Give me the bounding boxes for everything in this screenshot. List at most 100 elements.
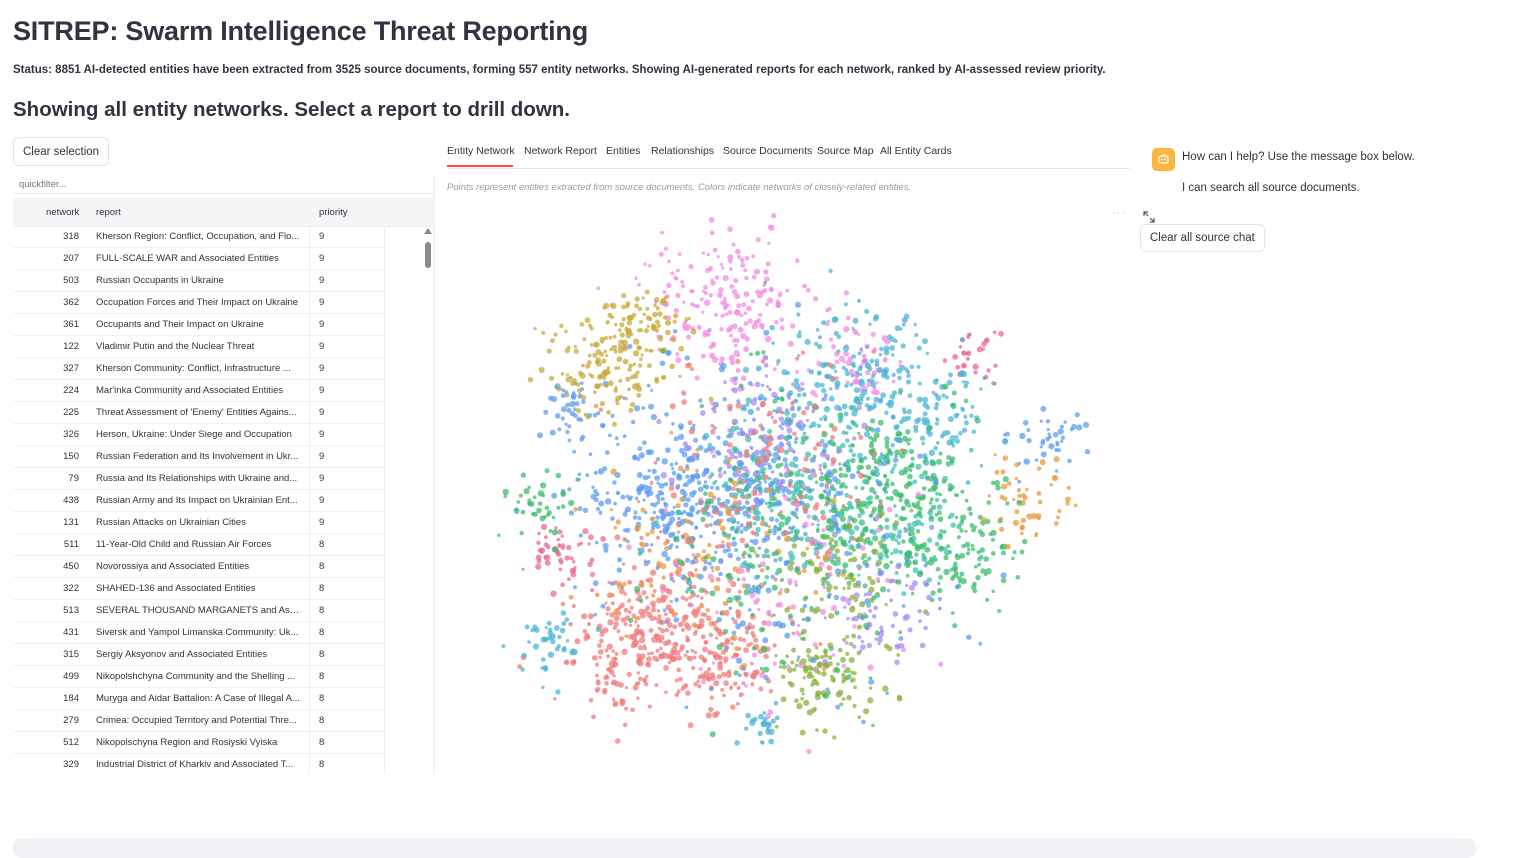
entity-point[interactable]: [577, 387, 583, 394]
entity-point[interactable]: [701, 657, 708, 663]
entity-point[interactable]: [668, 477, 675, 484]
entity-point[interactable]: [662, 608, 667, 612]
entity-point[interactable]: [670, 271, 675, 276]
entity-point[interactable]: [730, 581, 737, 588]
entity-point[interactable]: [745, 712, 751, 719]
entity-point[interactable]: [593, 497, 599, 503]
table-row[interactable]: 207 FULL-SCALE WAR and Associated Entitie…: [13, 248, 385, 270]
entity-point[interactable]: [765, 587, 772, 594]
entity-point[interactable]: [905, 563, 911, 569]
entity-point[interactable]: [886, 451, 891, 456]
entity-point[interactable]: [843, 605, 847, 609]
entity-point[interactable]: [949, 435, 956, 441]
entity-point[interactable]: [883, 356, 888, 362]
entity-point[interactable]: [794, 440, 798, 444]
entity-point[interactable]: [825, 524, 832, 532]
entity-point[interactable]: [739, 692, 743, 697]
entity-point[interactable]: [771, 470, 775, 474]
entity-point[interactable]: [710, 429, 716, 435]
entity-point[interactable]: [693, 612, 699, 619]
entity-point[interactable]: [769, 288, 774, 292]
entity-point[interactable]: [521, 567, 525, 571]
entity-point[interactable]: [656, 535, 660, 540]
entity-point[interactable]: [553, 332, 558, 337]
entity-point[interactable]: [660, 628, 666, 634]
entity-point[interactable]: [964, 498, 969, 503]
entity-point[interactable]: [825, 308, 830, 313]
entity-point[interactable]: [731, 242, 736, 247]
entity-point[interactable]: [856, 498, 862, 504]
clear-selection-button[interactable]: Clear selection: [13, 137, 110, 166]
entity-point[interactable]: [925, 351, 929, 356]
entity-point[interactable]: [684, 355, 690, 361]
entity-point[interactable]: [691, 289, 695, 294]
entity-point[interactable]: [799, 536, 804, 542]
entity-point[interactable]: [642, 498, 646, 502]
entity-point[interactable]: [1000, 550, 1006, 556]
entity-point[interactable]: [790, 401, 795, 406]
entity-point[interactable]: [802, 506, 809, 512]
entity-point[interactable]: [681, 614, 688, 621]
entity-point[interactable]: [796, 333, 802, 339]
entity-point[interactable]: [681, 399, 687, 405]
entity-point[interactable]: [819, 608, 826, 615]
entity-point[interactable]: [550, 590, 557, 597]
entity-point[interactable]: [956, 523, 962, 530]
entity-point[interactable]: [645, 306, 650, 311]
entity-point[interactable]: [853, 387, 860, 393]
entity-point[interactable]: [922, 470, 928, 476]
entity-point[interactable]: [612, 674, 616, 678]
entity-point[interactable]: [679, 647, 684, 652]
entity-point[interactable]: [805, 647, 812, 654]
entity-point[interactable]: [642, 440, 647, 446]
entity-point[interactable]: [848, 404, 855, 411]
entity-point[interactable]: [605, 320, 610, 325]
entity-point[interactable]: [1054, 447, 1059, 453]
entity-point[interactable]: [584, 632, 590, 639]
entity-point[interactable]: [614, 436, 619, 441]
entity-point[interactable]: [690, 544, 695, 549]
entity-point[interactable]: [862, 583, 868, 589]
entity-point[interactable]: [713, 585, 721, 592]
entity-point[interactable]: [869, 487, 875, 493]
entity-point[interactable]: [660, 472, 667, 479]
entity-point[interactable]: [725, 587, 732, 594]
entity-point[interactable]: [634, 524, 641, 531]
entity-point[interactable]: [751, 417, 757, 422]
entity-point[interactable]: [656, 500, 660, 505]
entity-point[interactable]: [862, 456, 868, 461]
entity-point[interactable]: [725, 541, 732, 549]
entity-point[interactable]: [744, 255, 750, 261]
entity-point[interactable]: [951, 574, 956, 579]
entity-point[interactable]: [745, 434, 750, 439]
entity-point[interactable]: [912, 532, 916, 536]
entity-point[interactable]: [1017, 479, 1022, 484]
entity-point[interactable]: [912, 479, 918, 485]
entity-point[interactable]: [637, 547, 641, 551]
entity-point[interactable]: [955, 493, 959, 498]
entity-point[interactable]: [539, 547, 546, 554]
entity-point[interactable]: [1000, 543, 1005, 549]
entity-point[interactable]: [614, 366, 618, 370]
entity-point[interactable]: [747, 622, 752, 627]
entity-point[interactable]: [758, 394, 765, 401]
entity-point[interactable]: [849, 606, 856, 613]
entity-point[interactable]: [923, 456, 929, 461]
entity-point[interactable]: [610, 516, 615, 521]
entity-point[interactable]: [699, 410, 706, 416]
entity-point[interactable]: [537, 432, 543, 439]
entity-point[interactable]: [974, 417, 981, 424]
entity-point[interactable]: [598, 510, 603, 515]
entity-point[interactable]: [913, 424, 919, 430]
entity-point[interactable]: [827, 642, 834, 649]
table-row[interactable]: 131 Russian Attacks on Ukrainian Cities 9: [13, 512, 385, 534]
entity-point[interactable]: [799, 729, 806, 736]
entity-point[interactable]: [860, 639, 864, 644]
entity-point[interactable]: [841, 663, 846, 669]
entity-point[interactable]: [554, 526, 558, 530]
entity-point[interactable]: [821, 671, 827, 677]
entity-point[interactable]: [566, 408, 572, 413]
entity-point[interactable]: [929, 515, 934, 520]
entity-point[interactable]: [849, 573, 854, 577]
entity-point[interactable]: [743, 321, 749, 326]
